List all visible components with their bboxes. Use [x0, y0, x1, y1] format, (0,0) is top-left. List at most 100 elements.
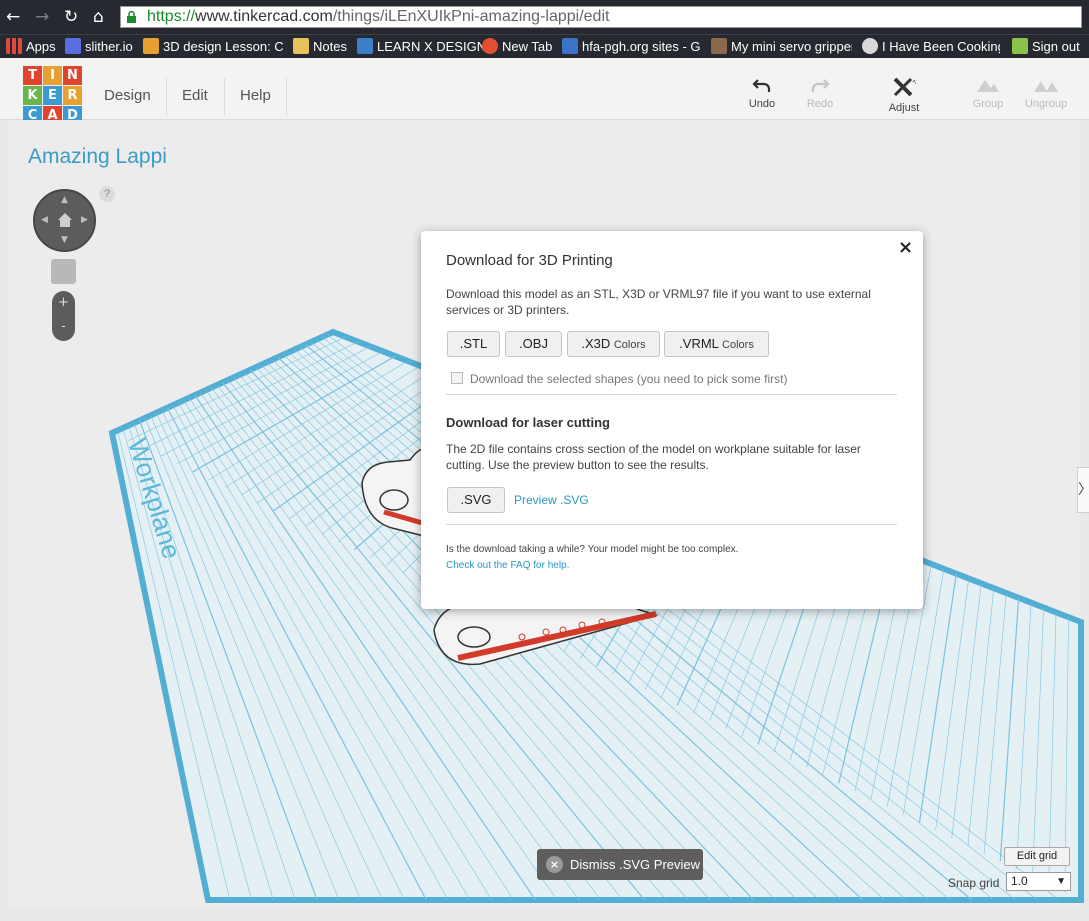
x3d-sub-label: Colors [613, 339, 646, 351]
download-note: Is the download taking a while? Your mod… [446, 544, 739, 555]
logo-letter: I [43, 66, 62, 85]
edit-grid-button[interactable]: Edit grid [1004, 847, 1070, 866]
dismiss-label: Dismiss .SVG Preview [570, 857, 701, 872]
url-text: https://www.tinkercad.com/things/iLEnXUI… [147, 8, 610, 25]
zoom-control: + - [52, 291, 75, 341]
bookmark-apps[interactable]: Apps [6, 38, 56, 56]
zoom-out-button[interactable]: - [52, 319, 75, 334]
logo-letter: E [43, 86, 62, 105]
slither-icon [65, 38, 81, 54]
redo-button[interactable]: Redo [792, 76, 848, 110]
x3d-label: .X3D [581, 336, 611, 351]
faq-link[interactable]: Check out the FAQ for help. [446, 560, 569, 571]
laser-title: Download for laser cutting [446, 415, 610, 430]
url-field[interactable]: https://www.tinkercad.com/things/iLEnXUI… [120, 6, 1082, 28]
bookmark-notes[interactable]: Notes [293, 38, 347, 56]
learn-icon [357, 38, 373, 54]
back-arrow-icon[interactable]: ← [6, 7, 20, 27]
newtab-icon [482, 38, 498, 54]
redo-icon [811, 79, 830, 92]
ungroup-button[interactable]: Ungroup [1018, 76, 1074, 110]
cooking-icon [862, 38, 878, 54]
orbit-left-arrow-icon[interactable]: ◀ [41, 215, 48, 225]
bookmark-slither[interactable]: slither.io [65, 38, 133, 56]
browser-address-bar: ← → ↻ ⌂ https://www.tinkercad.com/things… [0, 0, 1089, 34]
menu-divider [286, 78, 287, 116]
orbit-right-arrow-icon[interactable]: ▶ [81, 215, 88, 225]
gripper-icon [711, 38, 727, 54]
preview-svg-link[interactable]: Preview .SVG [514, 493, 589, 507]
menu-divider [166, 78, 167, 116]
logo-letter: T [23, 66, 42, 85]
bookmark-new-tab[interactable]: New Tab [482, 38, 552, 56]
lock-icon [127, 10, 136, 23]
close-icon[interactable]: × [898, 237, 913, 258]
adjust-button[interactable]: Adjust [876, 76, 932, 114]
x3d-colors-button[interactable]: .X3D Colors [567, 331, 660, 357]
logo-letter: N [63, 66, 82, 85]
vrml-sub-label: Colors [722, 339, 754, 351]
reload-icon[interactable]: ↻ [64, 7, 78, 27]
bookmark-learn-x-design[interactable]: LEARN X DESIGN [357, 38, 486, 56]
download-dialog: × Download for 3D Printing Download this… [421, 231, 923, 609]
dismiss-svg-preview-button[interactable]: × Dismiss .SVG Preview [537, 849, 703, 880]
tinkercad-icon [143, 38, 159, 54]
apps-grid-icon [6, 38, 22, 54]
bookmark-hfa-sites[interactable]: hfa-pgh.org sites - Go [562, 38, 700, 56]
snap-grid-select[interactable]: 1.0 ▼ [1006, 872, 1071, 891]
bookmark-cooking[interactable]: I Have Been Cooking [862, 38, 1000, 56]
sites-icon [562, 38, 578, 54]
vrml-colors-button[interactable]: .VRML Colors [664, 331, 769, 357]
home-view-icon[interactable] [56, 211, 74, 229]
svg-button[interactable]: .SVG [447, 487, 505, 513]
dialog-description: Download this model as an STL, X3D or VR… [446, 287, 871, 317]
laser-description: The 2D file contains cross section of th… [446, 442, 861, 472]
group-label: Group [972, 98, 1004, 110]
group-button[interactable]: Group [960, 76, 1016, 110]
logo-letter: K [23, 86, 42, 105]
ungroup-label: Ungroup [1024, 98, 1068, 110]
dialog-divider [446, 394, 897, 395]
bookmark-mini-servo-gripper[interactable]: My mini servo gripper [711, 38, 852, 56]
stl-button[interactable]: .STL [447, 331, 500, 357]
selected-shapes-checkbox[interactable] [451, 372, 463, 384]
group-icon [977, 80, 999, 92]
orbit-down-arrow-icon[interactable]: ▼ [61, 235, 68, 245]
side-panel-tab[interactable]: 〉 [1077, 467, 1089, 513]
menu-edit[interactable]: Edit [182, 87, 208, 104]
adjust-label: Adjust [888, 102, 920, 114]
menu-design[interactable]: Design [104, 87, 151, 104]
menu-help[interactable]: Help [240, 87, 271, 104]
zoom-in-button[interactable]: + [52, 295, 75, 310]
orbit-control[interactable]: ▲ ▼ ◀ ▶ [33, 189, 96, 252]
orbit-up-arrow-icon[interactable]: ▲ [61, 195, 68, 205]
snap-grid-value: 1.0 [1011, 874, 1028, 888]
design-title[interactable]: Amazing Lappi [28, 145, 167, 169]
ungroup-icon [1034, 81, 1058, 92]
tinkercad-logo[interactable]: T I N K E R C A D [23, 66, 83, 126]
obj-button[interactable]: .OBJ [505, 331, 562, 357]
app-toolbar: T I N K E R C A D Design Edit Help Undo … [0, 58, 1089, 125]
snap-grid-label: Snap grid [948, 876, 1000, 890]
logo-letter: R [63, 86, 82, 105]
bookmarks-bar: Apps slither.io 3D design Lesson: Cre No… [0, 34, 1089, 58]
bookmark-sign-out[interactable]: Sign out [1012, 38, 1080, 56]
bookmark-3d-design-lesson[interactable]: 3D design Lesson: Cre [143, 38, 283, 56]
adjust-icon [893, 77, 916, 97]
menu-divider [224, 78, 225, 116]
undo-button[interactable]: Undo [734, 76, 790, 110]
forward-arrow-icon[interactable]: → [35, 7, 49, 27]
undo-icon [752, 79, 771, 92]
view-cube-icon[interactable] [51, 259, 76, 284]
redo-label: Redo [806, 98, 834, 110]
vrml-label: .VRML [679, 336, 719, 351]
dialog-title: Download for 3D Printing [446, 252, 613, 269]
undo-label: Undo [748, 98, 776, 110]
signout-icon [1012, 38, 1028, 54]
help-question-icon[interactable]: ? [99, 186, 115, 202]
home-icon[interactable]: ⌂ [93, 7, 104, 27]
folder-icon [293, 38, 309, 54]
dialog-divider [446, 524, 897, 525]
dismiss-close-icon: × [546, 856, 563, 873]
chevron-down-icon: ▼ [1056, 876, 1066, 887]
